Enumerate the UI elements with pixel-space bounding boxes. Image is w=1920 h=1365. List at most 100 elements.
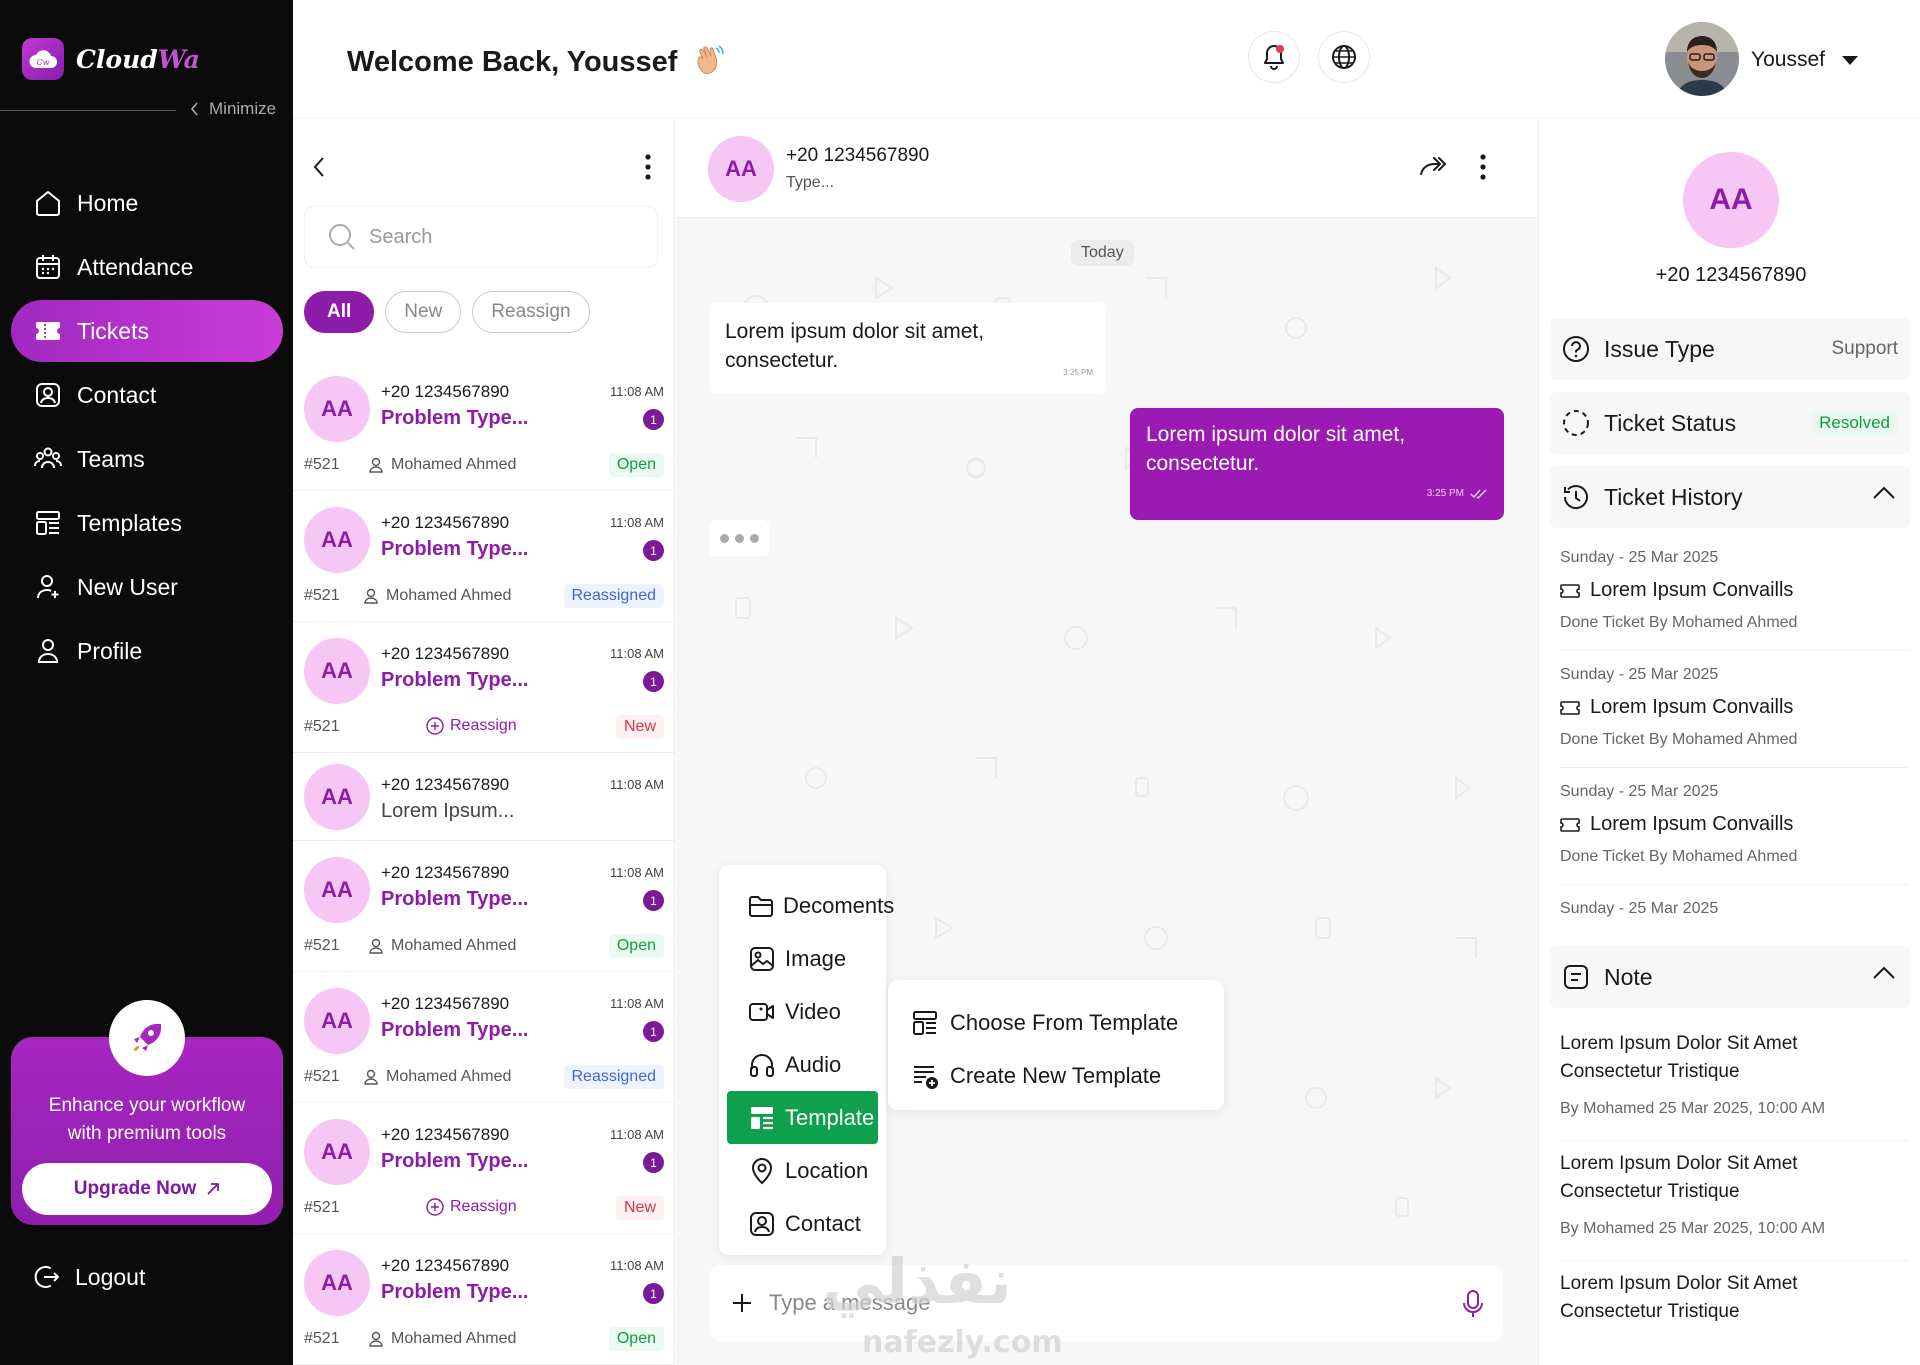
note-header[interactable]: Note — [1550, 946, 1910, 1008]
template-icon — [747, 1103, 777, 1133]
divider — [1560, 1140, 1910, 1141]
ticket-id: #521 — [304, 456, 340, 473]
ticket-item[interactable]: AA +20 1234567890 11:08 AM Problem Type.… — [293, 360, 674, 491]
avatar: AA — [304, 988, 370, 1054]
attach-template[interactable]: Template — [727, 1091, 878, 1144]
choose-from-template[interactable]: Choose From Template — [888, 996, 1224, 1049]
sidebar-item-profile[interactable]: Profile — [11, 620, 283, 682]
divider — [1560, 650, 1910, 651]
filter-all[interactable]: All — [304, 291, 375, 333]
note-item: Lorem Ipsum Dolor Sit Amet Consectetur T… — [1560, 1270, 1910, 1326]
ticket-item[interactable]: AA +20 1234567890 11:08 AM Problem Type.… — [293, 972, 674, 1103]
history-by: Done Ticket By Mohamed Ahmed — [1560, 731, 1798, 748]
ticket-item[interactable]: AA +20 1234567890 11:08 AM Problem Type.… — [293, 622, 674, 753]
history-title-text: Lorem Ipsum Convaills — [1590, 696, 1794, 718]
templates-icon — [33, 508, 63, 538]
teams-icon — [33, 444, 63, 474]
sidebar-item-label: Teams — [77, 445, 145, 472]
upgrade-now-button[interactable]: Upgrade Now — [22, 1163, 272, 1215]
ticket-time: 11:08 AM — [610, 996, 664, 1011]
ticket-agent: Mohamed Ahmed — [364, 1068, 511, 1086]
filter-tabs: All New Reassign — [304, 291, 601, 333]
ticket-item[interactable]: AA +20 1234567890 11:08 AM Problem Type.… — [293, 1103, 674, 1234]
upgrade-promo: Enhance your workflow with premium tools… — [11, 1000, 283, 1225]
ticket-item[interactable]: AA +20 1234567890 11:08 AM Problem Type.… — [293, 491, 674, 622]
ticket-history-header[interactable]: Ticket History — [1550, 466, 1910, 528]
ticket-item[interactable]: AA +20 1234567890 11:08 AM Lorem Ipsum..… — [293, 753, 674, 841]
agent-icon — [364, 1069, 378, 1085]
filter-new[interactable]: New — [385, 291, 462, 333]
attach-contact[interactable]: Contact — [727, 1197, 878, 1250]
attach-video[interactable]: Video — [727, 985, 878, 1038]
attach-image[interactable]: Image — [727, 932, 878, 985]
language-button[interactable] — [1318, 31, 1370, 83]
sidebar-item-contact[interactable]: Contact — [11, 364, 283, 426]
ticket-subject: Problem Type... — [381, 1150, 529, 1172]
plus-icon[interactable] — [731, 1292, 753, 1314]
status-badge: Reassigned — [563, 1065, 664, 1089]
sidebar-item-new-user[interactable]: New User — [11, 556, 283, 618]
create-new-template[interactable]: Create New Template — [888, 1049, 1224, 1102]
note-text: Lorem Ipsum Dolor Sit Amet — [1560, 1153, 1798, 1174]
watermark-url: nafezly.com — [862, 1325, 1063, 1360]
unread-badge: 1 — [643, 890, 664, 911]
note-by: By Mohamed 25 Mar 2025, 10:00 AM — [1560, 1100, 1826, 1117]
audio-icon — [747, 1050, 777, 1080]
ticket-item[interactable]: AA +20 1234567890 11:08 AM Problem Type.… — [293, 1234, 674, 1365]
microphone-icon[interactable] — [1461, 1289, 1485, 1319]
agent-name: Mohamed Ahmed — [391, 1330, 517, 1347]
more-vertical-icon[interactable] — [1480, 154, 1486, 180]
chevron-up-icon[interactable] — [1872, 966, 1896, 980]
user-name[interactable]: Youssef — [1751, 48, 1825, 72]
agent-icon — [369, 1331, 383, 1347]
sidebar-item-tickets[interactable]: Tickets — [11, 300, 283, 362]
attach-location[interactable]: Location — [727, 1144, 878, 1197]
agent-icon — [369, 938, 383, 954]
sidebar-item-teams[interactable]: Teams — [11, 428, 283, 490]
attach-documents[interactable]: Decoments — [727, 879, 894, 932]
ticket-item[interactable]: AA +20 1234567890 11:08 AM Problem Type.… — [293, 841, 674, 972]
sidebar-nav: Home Attendance Tickets Contact Teams Te… — [11, 172, 283, 684]
reassign-button[interactable]: Reassign — [426, 717, 517, 735]
history-by: Done Ticket By Mohamed Ahmed — [1560, 848, 1798, 865]
waving-hand-icon — [689, 42, 729, 82]
ticket-time: 11:08 AM — [610, 1127, 664, 1142]
unread-badge: 1 — [643, 409, 664, 430]
note-label: Note — [1604, 963, 1653, 990]
forward-icon[interactable] — [1418, 154, 1446, 178]
avatar[interactable]: AA — [708, 136, 774, 202]
history-by: Done Ticket By Mohamed Ahmed — [1560, 614, 1798, 631]
filter-reassign[interactable]: Reassign — [472, 291, 590, 333]
reassign-button[interactable]: Reassign — [426, 1198, 517, 1216]
user-avatar[interactable] — [1665, 22, 1739, 96]
caret-down-icon[interactable] — [1841, 55, 1859, 66]
ticket-status-row: Ticket Status Resolved — [1550, 392, 1910, 454]
ticket-phone: +20 1234567890 — [381, 775, 510, 794]
more-vertical-icon[interactable] — [645, 154, 651, 180]
upgrade-label: Upgrade Now — [73, 1178, 197, 1199]
logout-button[interactable]: Logout — [33, 1263, 145, 1291]
notifications-button[interactable] — [1248, 31, 1300, 83]
attach-label: Video — [785, 998, 841, 1024]
search-input[interactable]: Search — [304, 206, 658, 268]
sidebar-item-templates[interactable]: Templates — [11, 492, 283, 554]
rocket-icon — [109, 1000, 185, 1076]
sidebar-item-attendance[interactable]: Attendance — [11, 236, 283, 298]
note-item: Lorem Ipsum Dolor Sit Amet Consectetur T… — [1560, 1150, 1910, 1238]
svg-text:Cw: Cw — [37, 58, 50, 67]
attach-audio[interactable]: Audio — [727, 1038, 878, 1091]
note-text: Lorem Ipsum Dolor Sit Amet — [1560, 1273, 1798, 1294]
status-badge: Open — [608, 1327, 664, 1351]
sidebar-item-home[interactable]: Home — [11, 172, 283, 234]
back-arrow-icon[interactable] — [313, 156, 325, 178]
note-text: Lorem Ipsum Dolor Sit Amet — [1560, 1033, 1798, 1054]
minimize-button[interactable]: Minimize — [190, 99, 276, 119]
question-circle-icon — [1560, 333, 1592, 365]
avatar: AA — [304, 1119, 370, 1185]
new-user-icon — [33, 572, 63, 602]
chevron-up-icon[interactable] — [1872, 486, 1896, 500]
app-logo[interactable]: Cw CloudWa — [22, 38, 200, 80]
choose-template-icon — [910, 1008, 940, 1038]
template-option-label: Choose From Template — [950, 1009, 1179, 1035]
sidebar-item-label: Profile — [77, 637, 143, 664]
